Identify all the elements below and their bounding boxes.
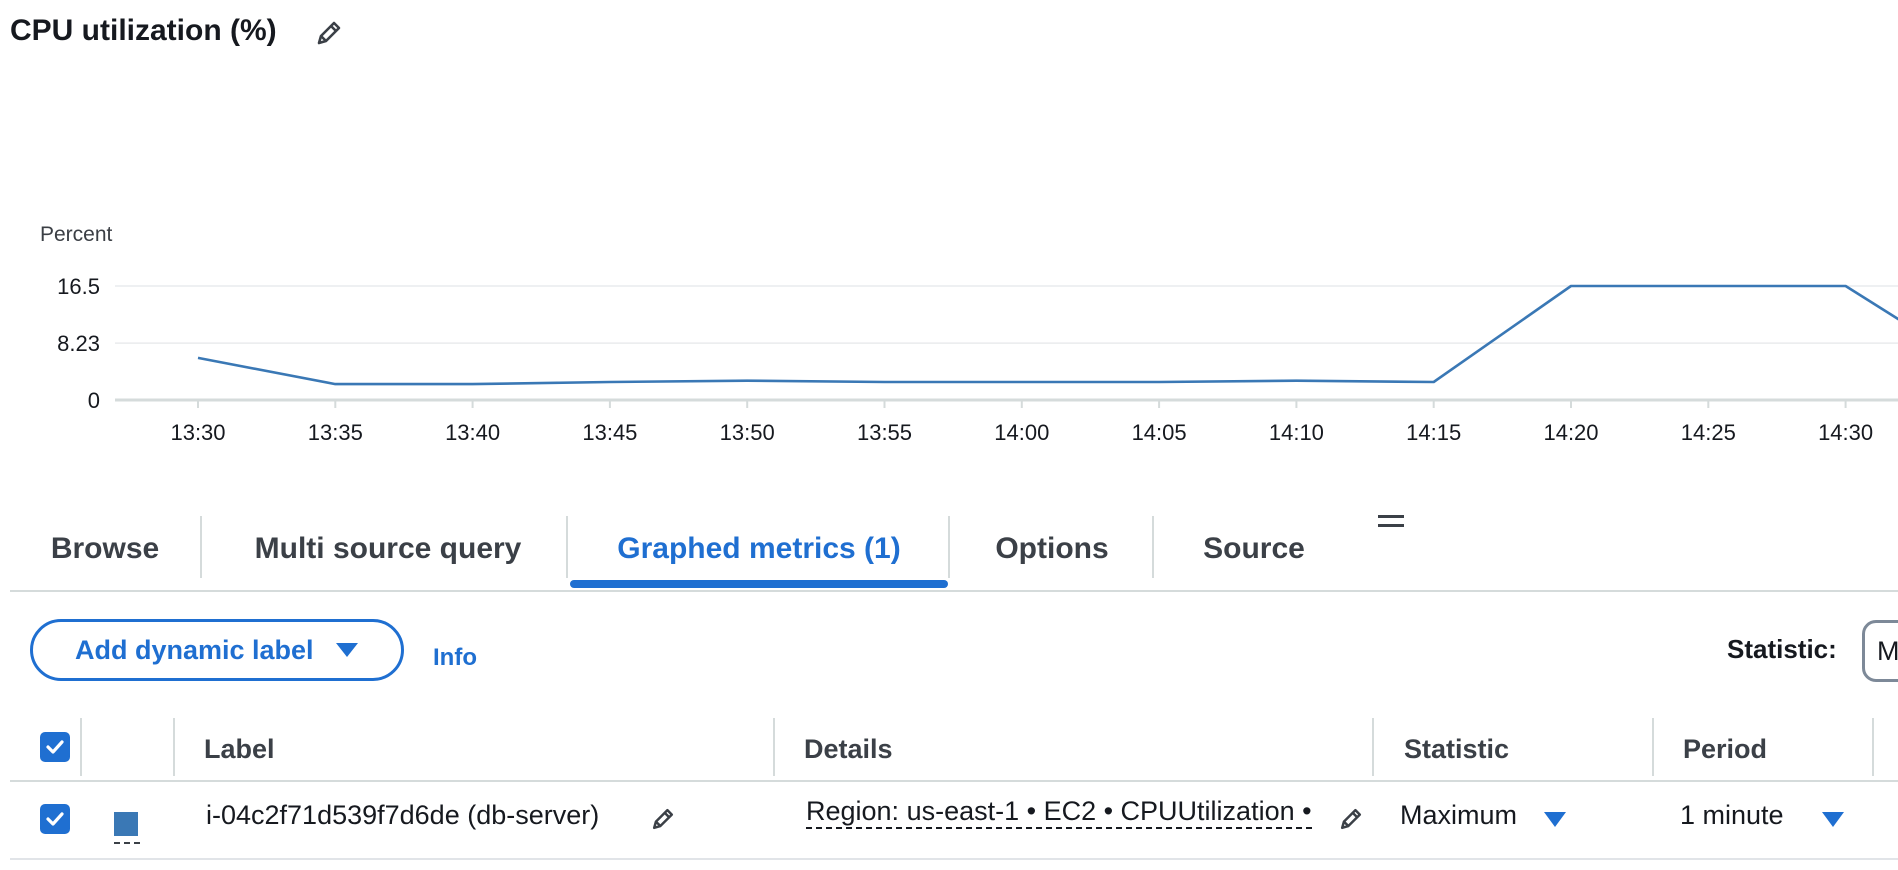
check-icon	[46, 812, 64, 826]
row-checkbox[interactable]	[40, 804, 70, 834]
series-line	[197, 284, 1898, 386]
active-tab-indicator	[570, 580, 948, 588]
column-divider	[1872, 718, 1874, 776]
column-header-period: Period	[1683, 734, 1768, 764]
statistic-caret-down-icon[interactable]	[1544, 812, 1566, 827]
resize-handle-icon[interactable]	[1376, 512, 1406, 532]
x-tick-label: 14:05	[1132, 420, 1187, 445]
x-tick-label: 14:15	[1406, 420, 1461, 445]
widget-title: CPU utilization (%)	[10, 14, 277, 47]
column-divider	[1372, 718, 1374, 776]
column-header-statistic: Statistic	[1404, 734, 1510, 764]
statistic-select-value: M	[1877, 635, 1898, 666]
x-tick-label: 13:30	[170, 420, 225, 445]
x-tick-label: 14:20	[1543, 420, 1598, 445]
x-axis-ticks: 13:30 13:35 13:40 13:45 13:50 13:55 14:00 14:05…	[170, 400, 1873, 445]
row-statistic-select[interactable]: Maximum	[1400, 800, 1517, 831]
x-tick-label: 14:30	[1818, 420, 1873, 445]
column-header-label: Label	[204, 734, 275, 764]
series-color-swatch[interactable]	[114, 812, 138, 836]
column-divider	[773, 718, 775, 776]
column-divider	[80, 718, 82, 776]
tab-browse[interactable]: Browse	[10, 510, 200, 588]
edit-label-pencil-icon[interactable]	[648, 804, 678, 834]
statistic-label: Statistic:	[1727, 634, 1837, 664]
statistic-select[interactable]: M	[1862, 620, 1898, 682]
column-divider	[1652, 718, 1654, 776]
y-axis-ticks: 0 8.23 16.5	[57, 274, 100, 413]
row-label: i-04c2f71d539f7d6de (db-server)	[206, 800, 600, 830]
metrics-table-header: Label Details Statistic Period	[10, 718, 1898, 782]
cpu-utilization-chart: Percent 08.2316.5 13:30 13:35 13:40 13:45 13…	[40, 223, 1898, 445]
caret-down-icon	[335, 643, 358, 657]
y-tick-label: 8.23	[57, 331, 100, 356]
x-tick-label: 13:45	[582, 420, 637, 445]
y-tick-label: 0	[88, 388, 100, 413]
tab-options[interactable]: Options	[950, 510, 1154, 588]
add-dynamic-label-text: Add dynamic label	[75, 634, 314, 665]
x-tick-label: 14:10	[1269, 420, 1324, 445]
x-tick-label: 13:40	[445, 420, 500, 445]
table-row: i-04c2f71d539f7d6de (db-server) Region: …	[10, 780, 1898, 860]
edit-title-pencil-icon[interactable]	[312, 16, 346, 50]
select-all-checkbox[interactable]	[40, 732, 70, 762]
tab-multi-source-query[interactable]: Multi source query	[202, 510, 574, 588]
x-tick-label: 13:50	[720, 420, 775, 445]
period-caret-down-icon[interactable]	[1822, 812, 1844, 827]
swatch-underline	[114, 842, 140, 844]
edit-details-pencil-icon[interactable]	[1336, 804, 1366, 834]
y-axis-label: Percent	[40, 223, 113, 246]
x-tick-label: 13:55	[857, 420, 912, 445]
info-link[interactable]: Info	[433, 644, 477, 672]
tab-divider	[566, 516, 568, 578]
tab-graphed-metrics[interactable]: Graphed metrics (1)	[570, 510, 948, 588]
x-tick-label: 13:35	[308, 420, 363, 445]
add-dynamic-label-button[interactable]: Add dynamic label	[30, 619, 404, 681]
check-icon	[46, 740, 64, 754]
metrics-tab-bar: Browse Multi source query Graphed metric…	[10, 510, 1898, 592]
row-details[interactable]: Region: us-east-1 • EC2 • CPUUtilization…	[806, 796, 1312, 829]
column-divider	[173, 718, 175, 776]
y-tick-label: 16.5	[57, 274, 100, 299]
tab-source[interactable]: Source	[1154, 510, 1354, 588]
x-tick-label: 14:00	[994, 420, 1049, 445]
chart-series	[197, 284, 1898, 386]
row-period-select[interactable]: 1 minute	[1680, 800, 1784, 831]
column-header-details: Details	[804, 734, 893, 764]
x-tick-label: 14:25	[1681, 420, 1736, 445]
row-details-text: Region: us-east-1 • EC2 • CPUUtilization…	[806, 796, 1312, 829]
